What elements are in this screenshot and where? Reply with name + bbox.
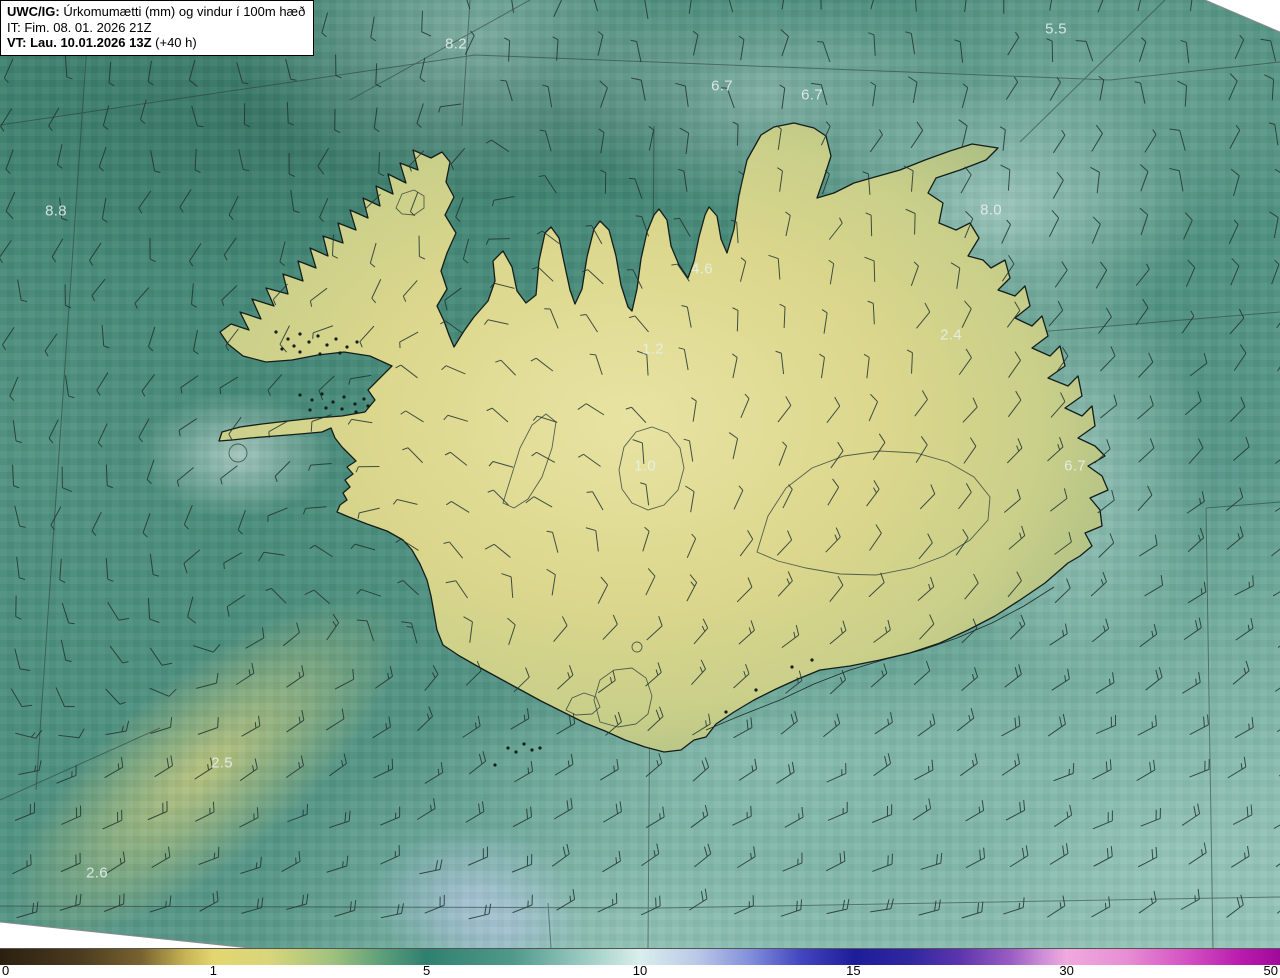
- colorbar-tick: 30: [1059, 963, 1074, 978]
- colorbar-tick: 10: [632, 963, 648, 978]
- precip-label: 6.7: [711, 77, 733, 95]
- precip-label: 8.2: [445, 35, 467, 53]
- precip-label: 6.7: [1064, 457, 1086, 475]
- precip-label: 2.6: [86, 864, 108, 882]
- title-line-1: UWC/IG: Úrkomumætti (mm) og vindur í 100…: [7, 4, 306, 19]
- title-line-3: VT: Lau. 10.01.2026 13Z (+40 h): [7, 35, 197, 50]
- precip-label: 2.5: [211, 754, 233, 772]
- precip-label: 2.4: [940, 326, 962, 344]
- colorbar-tick: 50: [1263, 963, 1278, 978]
- title-box: UWC/IG: Úrkomumætti (mm) og vindur í 100…: [0, 0, 315, 56]
- precip-label: 8.8: [45, 202, 67, 220]
- colorbar-tick: 15: [846, 963, 861, 978]
- precip-label: 1.0: [634, 457, 656, 475]
- precip-label: 1.2: [642, 340, 664, 358]
- colorbar-tick: 5: [423, 963, 431, 978]
- title-line-2: IT: Fim. 08. 01. 2026 21Z: [7, 19, 152, 35]
- colorbar-tick: 1: [209, 963, 217, 978]
- weather-map: 5.5 8.2 6.7 6.7 8.8 8.0 4.6 2.4 1.2 1.0 6.7 2.5 2.6 …: [0, 0, 1280, 948]
- forecast-chart: 5.5 8.2 6.7 6.7 8.8 8.0 4.6 2.4 1.2 1.0 6.7 2.5 2.6 …: [0, 0, 1280, 978]
- colorbar: 0 1 5 10 15 30 50: [0, 948, 1280, 978]
- precip-label: 5.5: [1045, 20, 1067, 38]
- colorbar-tick-labels: 0 1 5 10 15 30 50: [0, 963, 1280, 978]
- precip-label: 8.0: [980, 201, 1002, 219]
- precip-label: 6.7: [801, 86, 823, 104]
- product-code: UWC/IG:: [7, 4, 60, 19]
- colorbar-tick: 0: [2, 963, 10, 978]
- precip-label: 4.6: [691, 260, 713, 278]
